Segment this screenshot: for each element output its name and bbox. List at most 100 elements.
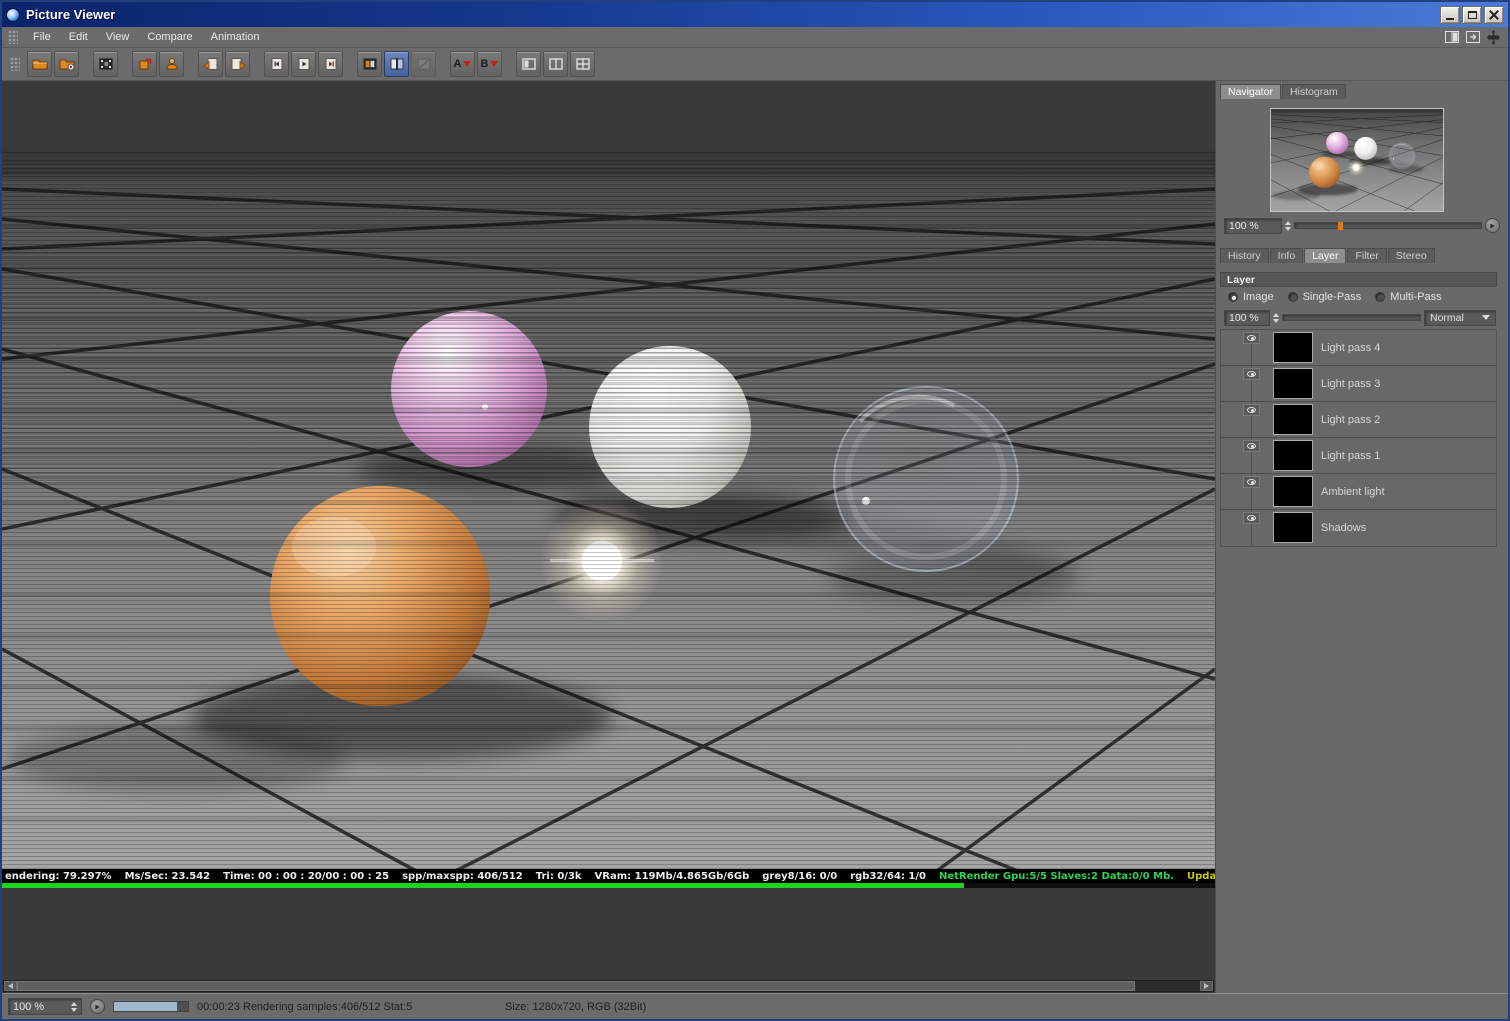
navigator-zoom-stepper[interactable] [1285,220,1291,231]
mode-multi-pass[interactable]: Multi-Pass [1375,291,1442,303]
canvas-area: endering: 79.297% Ms/Sec: 23.542 Time: 0… [2,81,1215,993]
maximize-button[interactable] [1462,5,1482,24]
close-button[interactable] [1484,5,1504,24]
slider-marker[interactable] [1337,222,1343,230]
layer-thumbnail [1273,404,1313,435]
fullscreen-button[interactable] [159,51,184,77]
menu-animation[interactable]: Animation [202,29,269,45]
visibility-toggle[interactable] [1243,404,1260,416]
expand-pane-button[interactable] [1464,30,1481,44]
radio-multi-pass[interactable] [1375,292,1386,302]
tab-filter[interactable]: Filter [1347,248,1387,263]
layer-row[interactable]: Light pass 1 [1221,438,1496,474]
set-image-a-button[interactable]: A [450,51,475,77]
menu-edit[interactable]: Edit [60,29,97,45]
tab-histogram[interactable]: Histogram [1281,84,1346,99]
visibility-toggle[interactable] [1243,368,1260,380]
layer-opacity-row: 100 % Normal [1224,309,1496,326]
visibility-toggle[interactable] [1243,440,1260,452]
set-image-b-button[interactable]: B [477,51,502,77]
render-progress-fill [2,883,964,888]
menu-compare[interactable]: Compare [138,29,201,45]
convert-image-button[interactable] [132,51,157,77]
horizontal-scrollbar[interactable] [3,980,1214,992]
scrollbar-thumb[interactable] [17,981,1135,991]
radio-image[interactable] [1228,292,1238,302]
open-button[interactable] [27,51,52,77]
menu-file[interactable]: File [24,29,60,45]
compare-ab-button[interactable] [357,51,382,77]
split-panes-button[interactable] [1443,30,1460,44]
mode-single-pass[interactable]: Single-Pass [1287,291,1362,303]
compare-split-button[interactable] [384,51,409,77]
layout-single-icon [521,58,536,70]
scroll-left-button[interactable] [4,981,17,991]
menu-grip[interactable] [8,30,18,44]
layer-list: Light pass 4 Light pass 3 Light pass 2 L… [1220,329,1497,547]
folder-open-icon [32,59,47,70]
visibility-toggle[interactable] [1243,512,1260,524]
layer-label: Light pass 2 [1321,414,1381,426]
navigator-zoom-field[interactable]: 100 % [1224,217,1282,234]
page-first-icon [271,58,282,70]
previous-image-button[interactable] [198,51,223,77]
navigator-zoom-value: 100 % [1229,219,1259,232]
app-icon [6,7,20,22]
tab-navigator[interactable]: Navigator [1220,84,1281,99]
layer-row[interactable]: Light pass 4 [1221,330,1496,366]
layer-row[interactable]: Light pass 3 [1221,366,1496,402]
navigator-zoom-slider[interactable] [1294,222,1482,230]
visibility-toggle[interactable] [1243,476,1260,488]
eye-icon [1247,479,1256,485]
thumbnail-image [1271,109,1443,211]
visibility-toggle[interactable] [1243,332,1260,344]
mode-single-pass-label: Single-Pass [1302,291,1362,303]
layer-opacity-slider[interactable] [1282,314,1421,321]
layout-split-button[interactable] [543,51,568,77]
navigator-thumbnail[interactable] [1270,108,1444,212]
title-bar[interactable]: Picture Viewer [2,2,1508,27]
letter-a-label: A [453,58,462,70]
zoom-select[interactable]: 100 % [8,998,82,1015]
render-canvas[interactable] [2,149,1215,869]
folder-save-icon [59,59,74,71]
save-button[interactable] [54,51,79,77]
mode-image[interactable]: Image [1228,291,1274,303]
render-sample-progress-fill [114,1002,177,1011]
scroll-right-button[interactable] [1200,981,1213,991]
blend-mode-dropdown[interactable]: Normal [1424,309,1496,326]
tab-info[interactable]: Info [1269,248,1304,263]
layer-section-header: Layer [1220,272,1497,287]
tab-stereo[interactable]: Stereo [1387,248,1435,263]
layout-single-button[interactable] [516,51,541,77]
first-frame-button[interactable] [264,51,289,77]
image-size-text: Size: 1280x720, RGB (32Bit) [505,1000,647,1013]
minimize-button[interactable] [1440,5,1460,24]
layer-row[interactable]: Ambient light [1221,474,1496,510]
layer-opacity-stepper[interactable] [1273,312,1279,323]
arrow-right-icon [1204,983,1209,989]
tab-history[interactable]: History [1220,248,1269,263]
render-sample-progress [113,1001,189,1012]
radio-single-pass[interactable] [1287,292,1298,302]
tab-layer[interactable]: Layer [1304,248,1347,263]
toolbar-grip[interactable] [10,57,20,71]
move-panel-button[interactable] [1485,29,1502,45]
render-progress-track [2,883,1215,888]
layer-row[interactable]: Shadows [1221,510,1496,546]
next-image-button[interactable] [225,51,250,77]
last-frame-button[interactable] [318,51,343,77]
compare-off-button[interactable] [411,51,436,77]
layout-quad-button[interactable] [570,51,595,77]
play-images-button[interactable] [291,51,316,77]
close-icon [1489,10,1499,20]
playback-button[interactable] [90,999,105,1014]
zoom-stepper[interactable] [71,1001,77,1012]
ram-player-button[interactable] [93,51,118,77]
layer-opacity-field[interactable]: 100 % [1224,309,1270,326]
layer-row[interactable]: Light pass 2 [1221,402,1496,438]
scrollbar-track[interactable] [17,981,1200,991]
menu-view[interactable]: View [97,29,139,45]
navigator-play-button[interactable] [1485,218,1500,233]
bottom-status-bar: 100 % 00:00:23 Rendering samples:406/512… [2,993,1508,1019]
